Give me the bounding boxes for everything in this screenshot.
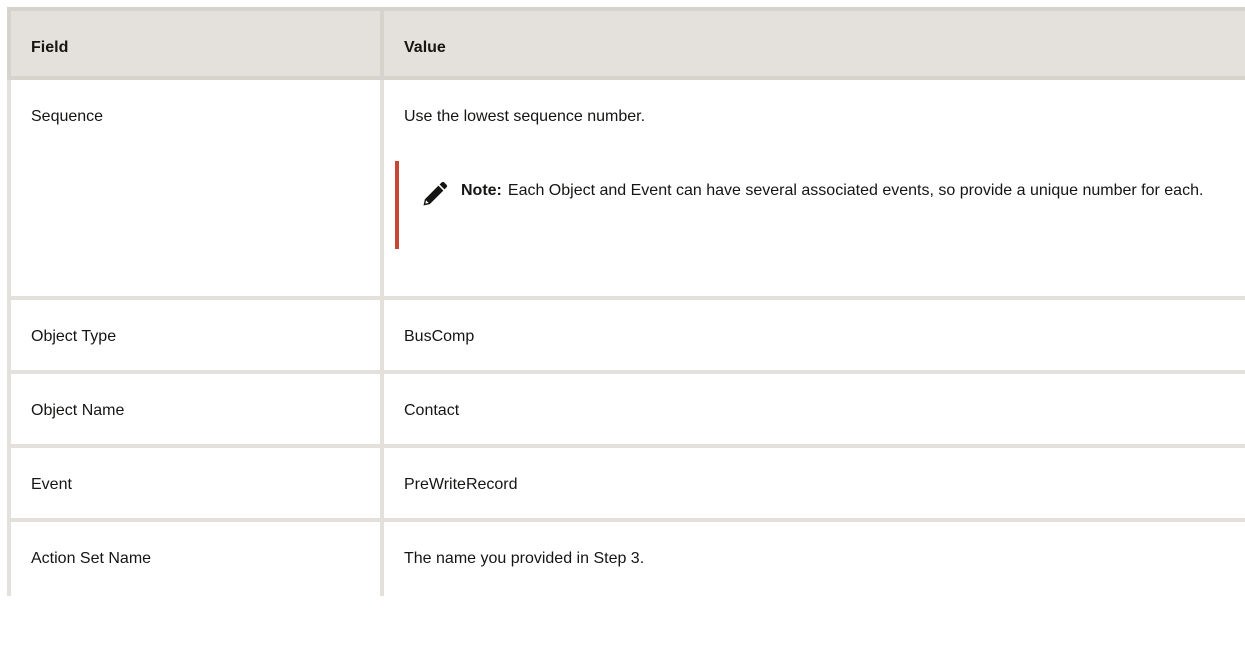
field-value-table: Field Value Sequence Use the lowest sequ… [7, 7, 1245, 596]
table-row: Sequence Use the lowest sequence number.… [7, 80, 1245, 300]
table-row: Action Set Name The name you provided in… [7, 522, 1245, 596]
table-header-row: Field Value [7, 7, 1245, 80]
value-cell: BusComp [380, 300, 1245, 374]
value-cell: PreWriteRecord [380, 448, 1245, 522]
field-label: Event [31, 476, 72, 493]
value-text: The name you provided in Step 3. [404, 550, 645, 567]
field-cell: Sequence [7, 80, 380, 300]
note-callout: Note: Each Object and Event can have seve… [395, 161, 1245, 249]
value-cell: The name you provided in Step 3. [380, 522, 1245, 596]
table-row: Object Type BusComp [7, 300, 1245, 374]
field-label: Sequence [31, 108, 104, 125]
value-text: Use the lowest sequence number. [404, 108, 646, 125]
value-text: Contact [404, 402, 460, 419]
field-label: Object Type [31, 328, 117, 345]
field-label: Action Set Name [31, 550, 152, 567]
column-header-field: Field [7, 7, 380, 80]
note-text: Note: Each Object and Event can have seve… [437, 161, 1245, 205]
note-label: Note: [461, 182, 502, 199]
field-cell: Object Name [7, 374, 380, 448]
column-header-value: Value [380, 7, 1245, 80]
field-cell: Event [7, 448, 380, 522]
field-cell: Object Type [7, 300, 380, 374]
value-text: PreWriteRecord [404, 476, 518, 493]
value-text: BusComp [404, 328, 475, 345]
value-cell: Contact [380, 374, 1245, 448]
note-body: Each Object and Event can have several a… [507, 182, 1204, 199]
table-row: Event PreWriteRecord [7, 448, 1245, 522]
pencil-icon [423, 181, 448, 206]
field-cell: Action Set Name [7, 522, 380, 596]
value-cell: Use the lowest sequence number. Note: Eac… [380, 80, 1245, 300]
table-row: Object Name Contact [7, 374, 1245, 448]
field-label: Object Name [31, 402, 125, 419]
